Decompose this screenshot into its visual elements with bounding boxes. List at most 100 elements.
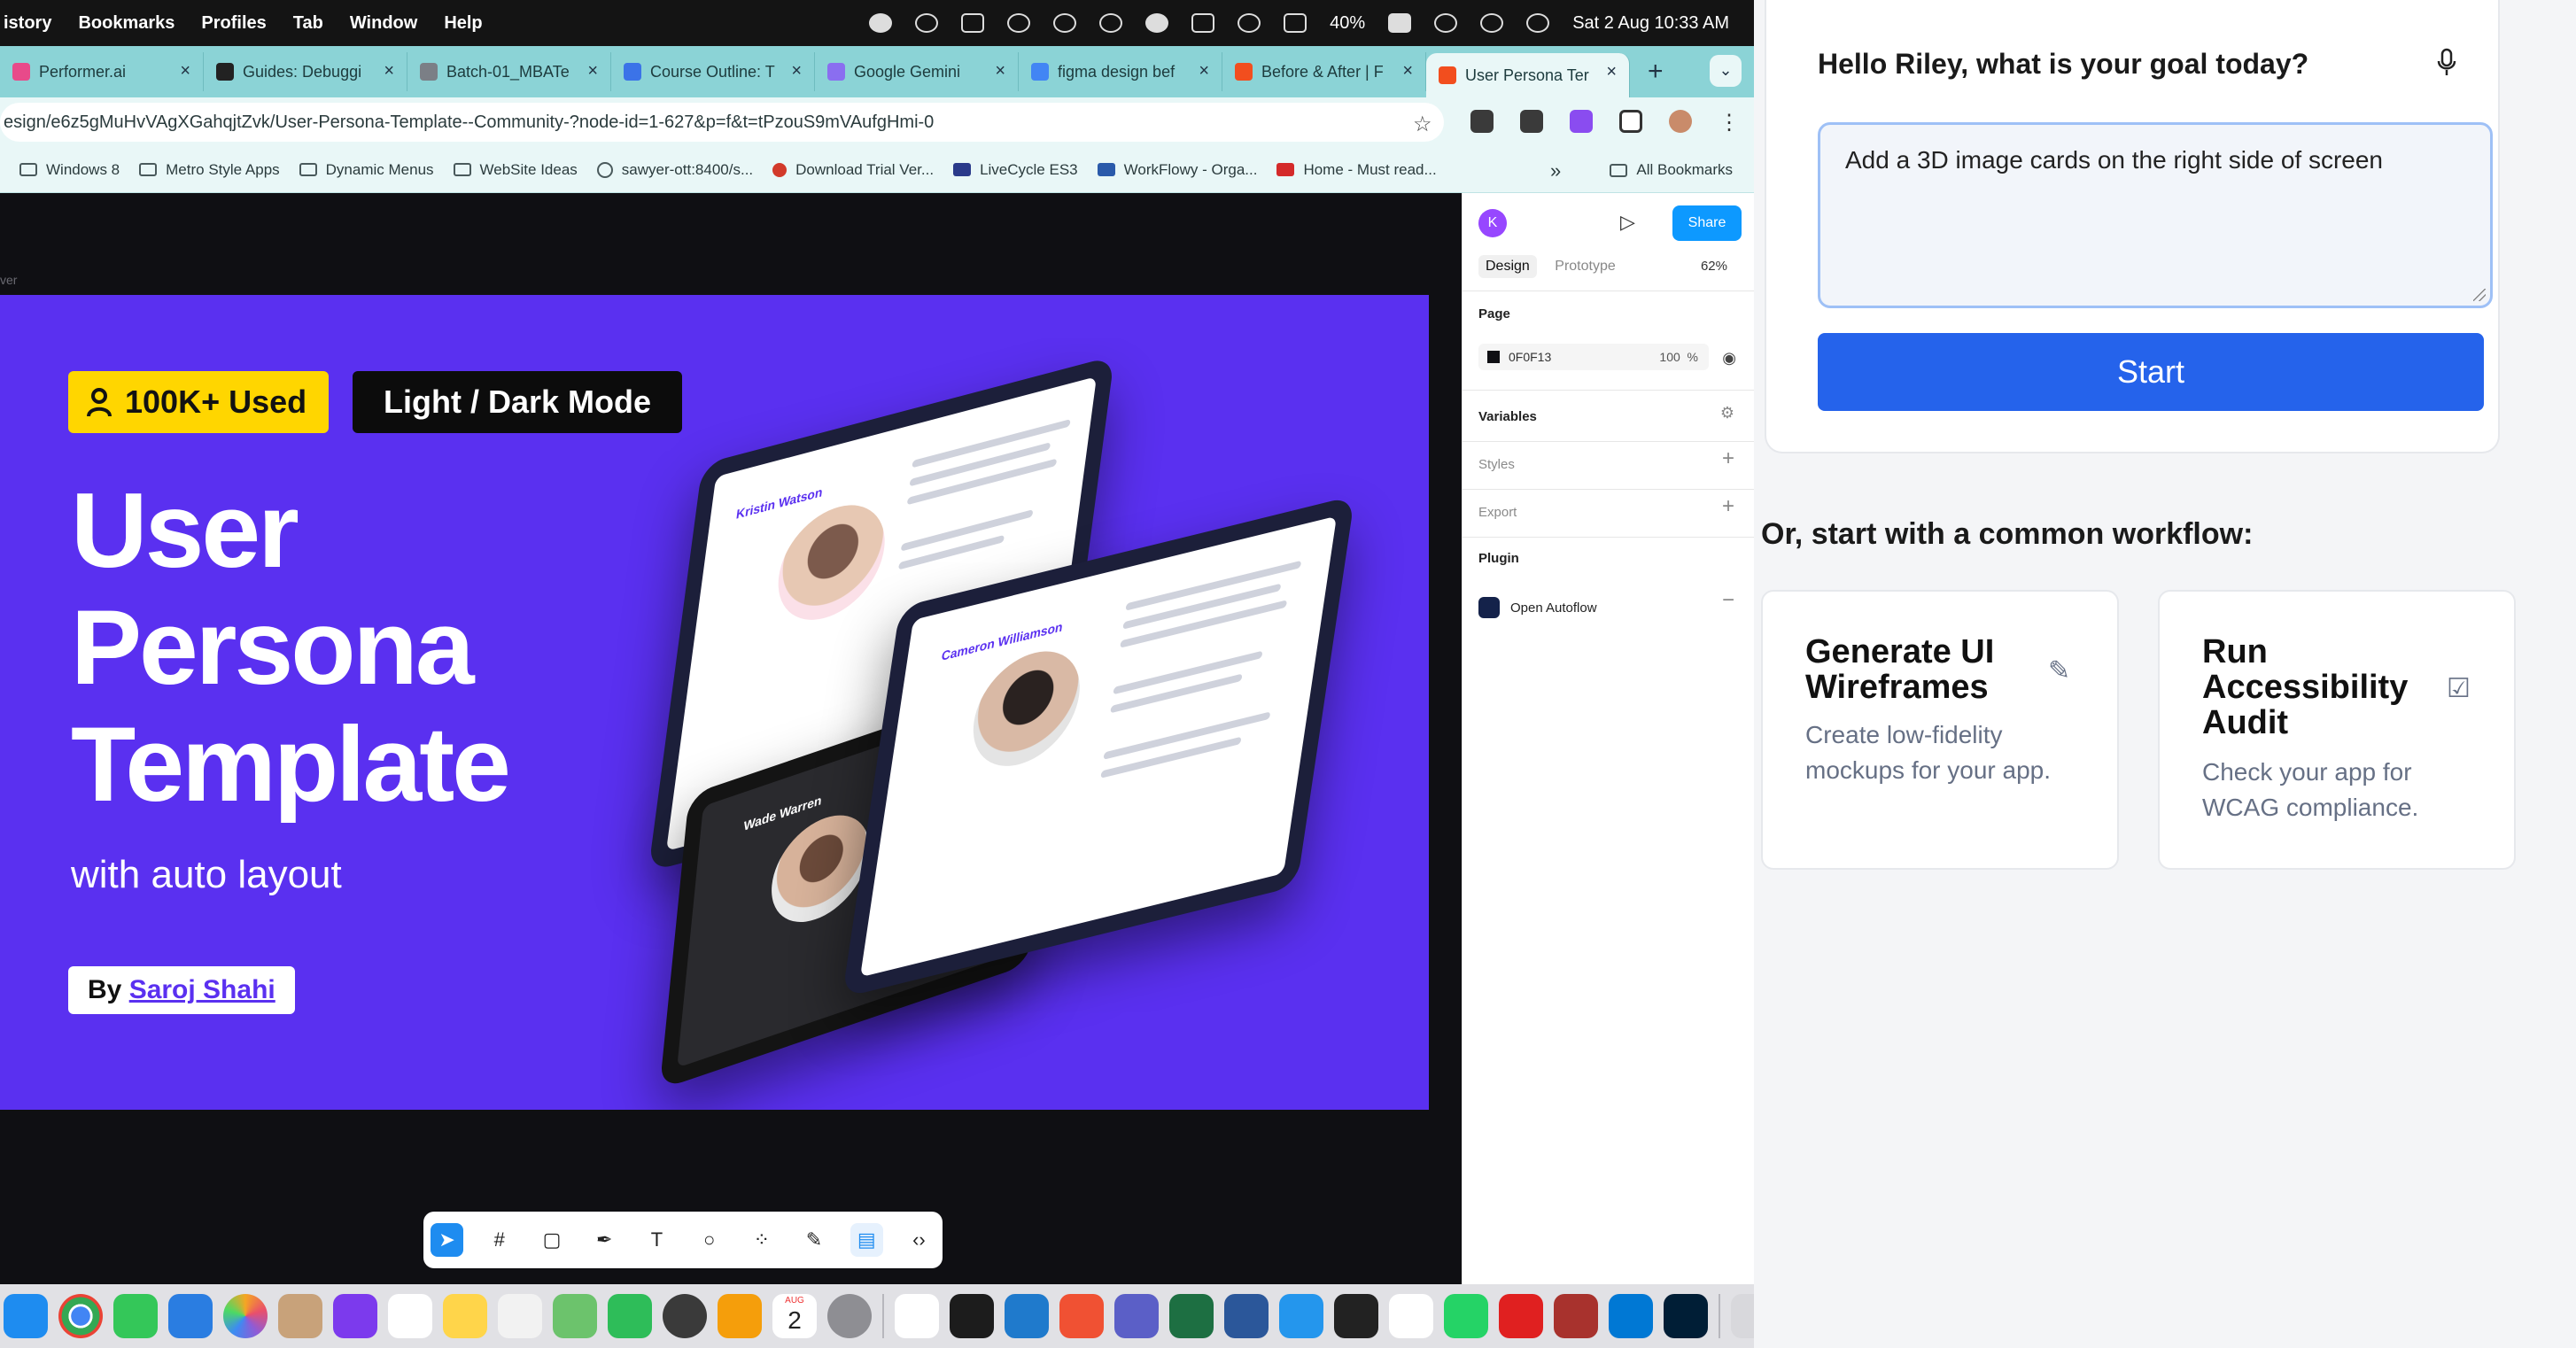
close-icon[interactable]: × [180, 61, 190, 81]
quicktime-icon[interactable] [663, 1294, 707, 1338]
battery-icon[interactable] [1388, 13, 1412, 33]
extension-v-icon[interactable] [1570, 110, 1593, 133]
styles-section[interactable]: Styles [1478, 457, 1515, 472]
mail-icon[interactable] [168, 1294, 213, 1338]
resize-handle-icon[interactable] [2473, 289, 2486, 301]
extension-icon[interactable] [961, 13, 985, 33]
plugin-open-autoflow[interactable]: Open Autoflow [1478, 597, 1597, 618]
cloud-icon[interactable] [869, 13, 893, 33]
variables-settings-icon[interactable]: ⚙ [1720, 404, 1734, 422]
glasses-extension-icon[interactable] [1470, 110, 1494, 133]
tab-performer[interactable]: Performer.ai × [0, 52, 204, 91]
wifi-icon[interactable] [1434, 13, 1458, 33]
avatar[interactable]: K [1478, 209, 1507, 237]
bookmark-sawyer[interactable]: sawyer-ott:8400/s... [596, 161, 753, 179]
pages-icon[interactable] [718, 1294, 762, 1338]
menu-bookmarks[interactable]: Bookmarks [78, 13, 175, 34]
maps-icon[interactable] [553, 1294, 597, 1338]
freeform-icon[interactable] [498, 1294, 542, 1338]
move-tool-icon[interactable]: ➤ [431, 1223, 464, 1257]
pen-tool-icon[interactable]: ✒ [588, 1223, 621, 1257]
tab-search-button[interactable]: ⌄ [1710, 55, 1742, 87]
profile-avatar[interactable] [1669, 110, 1692, 133]
text-input-icon[interactable] [1284, 13, 1307, 33]
menu-help[interactable]: Help [444, 13, 482, 34]
frame-tool-icon[interactable]: # [483, 1223, 516, 1257]
tab-gemini[interactable]: Google Gemini × [815, 52, 1019, 91]
trash-icon[interactable] [1731, 1294, 1754, 1338]
bookmark-dynamic-menus[interactable]: Dynamic Menus [299, 161, 434, 179]
tab-batch[interactable]: Batch-01_MBATe × [407, 52, 611, 91]
close-icon[interactable]: × [1606, 62, 1617, 82]
reminders-icon[interactable] [388, 1294, 432, 1338]
system-settings-icon[interactable] [827, 1294, 872, 1338]
speed-icon[interactable] [1145, 13, 1169, 33]
tab-user-persona[interactable]: User Persona Ter × [1426, 53, 1630, 97]
workflow-card-accessibility[interactable]: Run Accessibility Audit ☑ Check your app… [2158, 590, 2516, 870]
tab-before-after[interactable]: Before & After | F × [1222, 52, 1426, 91]
vscode-icon[interactable] [1005, 1294, 1049, 1338]
box-icon[interactable] [1334, 1294, 1378, 1338]
export-section[interactable]: Export [1478, 505, 1517, 520]
close-icon[interactable]: × [791, 61, 802, 81]
notes-icon[interactable] [443, 1294, 487, 1338]
tab-prototype[interactable]: Prototype [1555, 259, 1615, 274]
figma-canvas[interactable]: ver 100K+ Used Light / Dark Mode User Pe… [0, 193, 1724, 1284]
page-fill-field[interactable]: 0F0F13 100 % [1478, 344, 1709, 370]
present-play-icon[interactable]: ▷ [1620, 211, 1635, 234]
teams-icon[interactable] [1114, 1294, 1159, 1338]
kebab-menu-icon[interactable]: ⋮ [1719, 110, 1740, 136]
all-bookmarks[interactable]: All Bookmarks [1610, 147, 1733, 193]
photos-icon[interactable] [223, 1294, 268, 1338]
artboard-cover[interactable]: 100K+ Used Light / Dark Mode User Person… [0, 295, 1429, 1110]
chrome-icon[interactable] [58, 1294, 103, 1338]
tab-google-search[interactable]: figma design bef × [1019, 52, 1222, 91]
settings-icon[interactable] [1238, 13, 1261, 33]
app-store-icon[interactable] [4, 1294, 48, 1338]
close-icon[interactable]: × [995, 61, 1005, 81]
whatsapp-icon[interactable] [1444, 1294, 1488, 1338]
outlook-icon[interactable] [1609, 1294, 1653, 1338]
messages-icon[interactable] [113, 1294, 158, 1338]
bookmark-livecycle[interactable]: LiveCycle ES3 [953, 161, 1078, 179]
contacts-icon[interactable] [278, 1294, 322, 1338]
page-color-hex[interactable]: 0F0F13 [1509, 350, 1551, 364]
bookmark-metro[interactable]: Metro Style Apps [139, 161, 280, 179]
page-opacity[interactable]: 100 % [1659, 344, 1698, 370]
tab-course-outline[interactable]: Course Outline: T × [611, 52, 815, 91]
numbers-icon[interactable] [608, 1294, 652, 1338]
workflow-card-wireframes[interactable]: Generate UI Wireframes ✎ Create low-fide… [1761, 590, 2119, 870]
menu-clock[interactable]: Sat 2 Aug 10:33 AM [1572, 13, 1729, 34]
color-swatch[interactable] [1487, 351, 1500, 363]
sync-icon[interactable] [915, 13, 939, 33]
control-center-icon[interactable] [1526, 13, 1550, 33]
start-button[interactable]: Start [1818, 333, 2484, 411]
microphone-icon[interactable] [2436, 48, 2457, 78]
tab-design[interactable]: Design [1478, 255, 1537, 278]
github-icon[interactable] [333, 1294, 377, 1338]
word-icon[interactable] [1224, 1294, 1269, 1338]
menu-history[interactable]: istory [4, 13, 51, 34]
shape-tool-icon[interactable]: ▢ [535, 1223, 568, 1257]
url-field[interactable]: esign/e6z5gMuHvVAgXGahqjtZvk/User-Person… [0, 103, 1444, 142]
text-tool-icon[interactable]: T [640, 1223, 673, 1257]
acrobat-icon[interactable] [1499, 1294, 1543, 1338]
goal-input[interactable]: Add a 3D image cards on the right side o… [1818, 122, 2493, 308]
bookmark-home[interactable]: Home - Must read... [1276, 161, 1437, 179]
comment-tool-icon[interactable]: ○ [693, 1223, 725, 1257]
bookmark-windows8[interactable]: Windows 8 [19, 161, 120, 179]
screen-record-icon[interactable] [1099, 13, 1123, 33]
bookmark-workflowy[interactable]: WorkFlowy - Orga... [1097, 161, 1257, 179]
add-export-icon[interactable]: + [1722, 494, 1734, 519]
record-icon[interactable] [1053, 13, 1077, 33]
battery-percent[interactable]: 40% [1330, 13, 1365, 34]
variables-section[interactable]: Variables [1478, 409, 1537, 424]
vpn-icon[interactable] [1007, 13, 1031, 33]
actions-tool-icon[interactable]: ⁘ [745, 1223, 778, 1257]
remove-plugin-icon[interactable]: − [1722, 588, 1734, 613]
close-icon[interactable]: × [587, 61, 598, 81]
slack-icon[interactable] [1389, 1294, 1433, 1338]
bookmark-star-icon[interactable]: ☆ [1413, 112, 1432, 137]
draw-mode-icon[interactable]: ✎ [797, 1223, 830, 1257]
menu-tab[interactable]: Tab [293, 13, 323, 34]
